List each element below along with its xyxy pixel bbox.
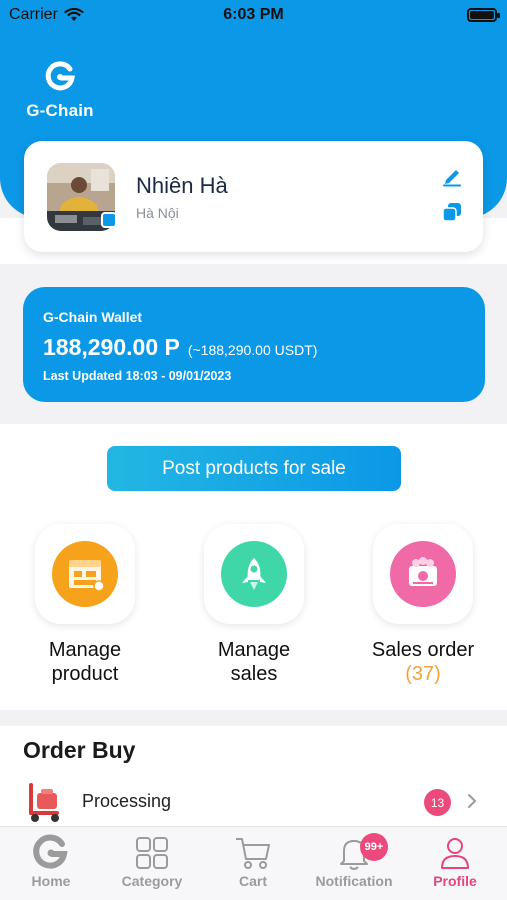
- manage-product-button[interactable]: Manage product: [15, 524, 155, 686]
- rocket-icon: [221, 541, 287, 607]
- tab-home-label: Home: [31, 873, 71, 889]
- sales-order-icon: [390, 541, 456, 607]
- grid-icon: [136, 837, 168, 869]
- person-icon: [441, 838, 469, 869]
- profile-name: Nhiên Hà: [136, 173, 228, 198]
- tab-cart-label: Cart: [238, 873, 267, 889]
- order-buy-title: Order Buy: [23, 737, 136, 763]
- notification-badge: 99+: [360, 833, 388, 861]
- chevron-right-icon: [468, 794, 477, 808]
- tab-category-label: Category: [121, 873, 183, 889]
- home-logo-icon: [33, 834, 68, 869]
- status-bar: Carrier 6:03 PM: [0, 0, 507, 32]
- processing-row[interactable]: Processing 13: [23, 777, 485, 825]
- processing-count-badge: 13: [424, 789, 451, 816]
- tab-home[interactable]: Home: [1, 833, 101, 889]
- post-products-button[interactable]: Post products for sale: [107, 446, 401, 491]
- wallet-card[interactable]: G-Chain Wallet 188,290.00 P (~188,290.00…: [23, 287, 485, 402]
- manage-product-label: Manage product: [48, 639, 122, 685]
- wallet-title: G-Chain Wallet: [43, 309, 143, 325]
- store-icon: [52, 541, 118, 607]
- copy-icon[interactable]: [441, 201, 463, 223]
- tab-profile-label: Profile: [433, 873, 477, 889]
- edit-icon[interactable]: [441, 165, 463, 187]
- profile-city: Hà Nội: [136, 205, 179, 221]
- processing-label: Processing: [82, 791, 172, 811]
- cart-icon: [236, 838, 270, 869]
- profile-card: Nhiên Hà Hà Nội: [24, 141, 483, 252]
- brand-logo: G-Chain: [24, 60, 96, 121]
- tab-cart[interactable]: Cart: [203, 833, 303, 889]
- manage-sales-button[interactable]: Manage sales: [184, 524, 324, 686]
- sales-order-count: (37): [405, 663, 441, 685]
- wallet-last-updated: Last Updated 18:03 - 09/01/2023: [43, 369, 232, 383]
- tab-bar: Home Category Cart 99+ Notification Prof…: [0, 826, 507, 900]
- tab-notification[interactable]: 99+ Notification: [304, 833, 404, 889]
- wallet-usdt-equivalent: (~188,290.00 USDT): [187, 342, 318, 358]
- battery-icon: [467, 8, 500, 22]
- sales-order-label: Sales order: [371, 639, 475, 661]
- wallet-amount: 188,290.00 P: [43, 334, 180, 360]
- tab-category[interactable]: Category: [102, 833, 202, 889]
- brand-name: G-Chain: [26, 101, 94, 120]
- sales-order-button[interactable]: Sales order (37): [353, 524, 493, 686]
- tab-notification-label: Notification: [315, 873, 393, 889]
- manage-sales-label: Manage sales: [217, 639, 291, 685]
- status-time: 6:03 PM: [223, 6, 284, 23]
- tab-profile[interactable]: Profile: [405, 833, 505, 889]
- g-chain-logo-icon: [45, 61, 75, 91]
- avatar-camera-badge[interactable]: [101, 212, 117, 228]
- delivery-trolley-icon: [29, 783, 59, 822]
